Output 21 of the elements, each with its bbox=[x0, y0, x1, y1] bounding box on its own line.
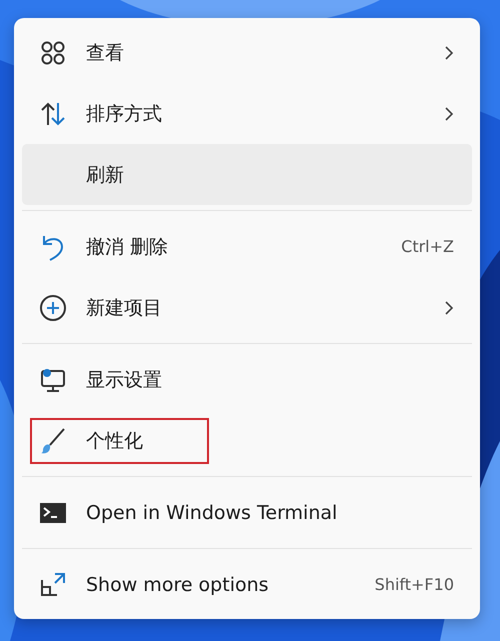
menu-item[interactable]: 撤消 删除 Ctrl+Z bbox=[22, 216, 472, 277]
shortcut-text: Ctrl+Z bbox=[401, 237, 454, 256]
menu-item-label: 新建项目 bbox=[86, 296, 162, 320]
menu-item-label: Show more options bbox=[86, 574, 269, 596]
menu-item[interactable]: Show more options Shift+F10 bbox=[22, 554, 472, 615]
menu-item[interactable]: Open in Windows Terminal bbox=[22, 482, 472, 543]
menu-item[interactable]: 个性化 bbox=[22, 410, 472, 471]
menu-item-label: 显示设置 bbox=[86, 368, 162, 392]
shortcut-text: Shift+F10 bbox=[374, 575, 454, 594]
menu-item-label: 排序方式 bbox=[86, 102, 162, 126]
plus-circle-icon bbox=[38, 292, 68, 322]
menu-item[interactable]: 查看 bbox=[22, 22, 472, 83]
menu-item[interactable]: 显示设置 bbox=[22, 349, 472, 410]
menu-item-label: Open in Windows Terminal bbox=[86, 502, 338, 524]
menu-item-label: 刷新 bbox=[86, 162, 124, 188]
menu-item[interactable]: 刷新 bbox=[22, 144, 472, 205]
menu-item[interactable]: 排序方式 bbox=[22, 83, 472, 144]
menu-item[interactable]: 新建项目 bbox=[22, 277, 472, 338]
menu-item-label: 个性化 bbox=[86, 428, 143, 454]
menu-item-label: 撤消 删除 bbox=[86, 234, 168, 260]
menu-item-label: 查看 bbox=[86, 40, 124, 66]
